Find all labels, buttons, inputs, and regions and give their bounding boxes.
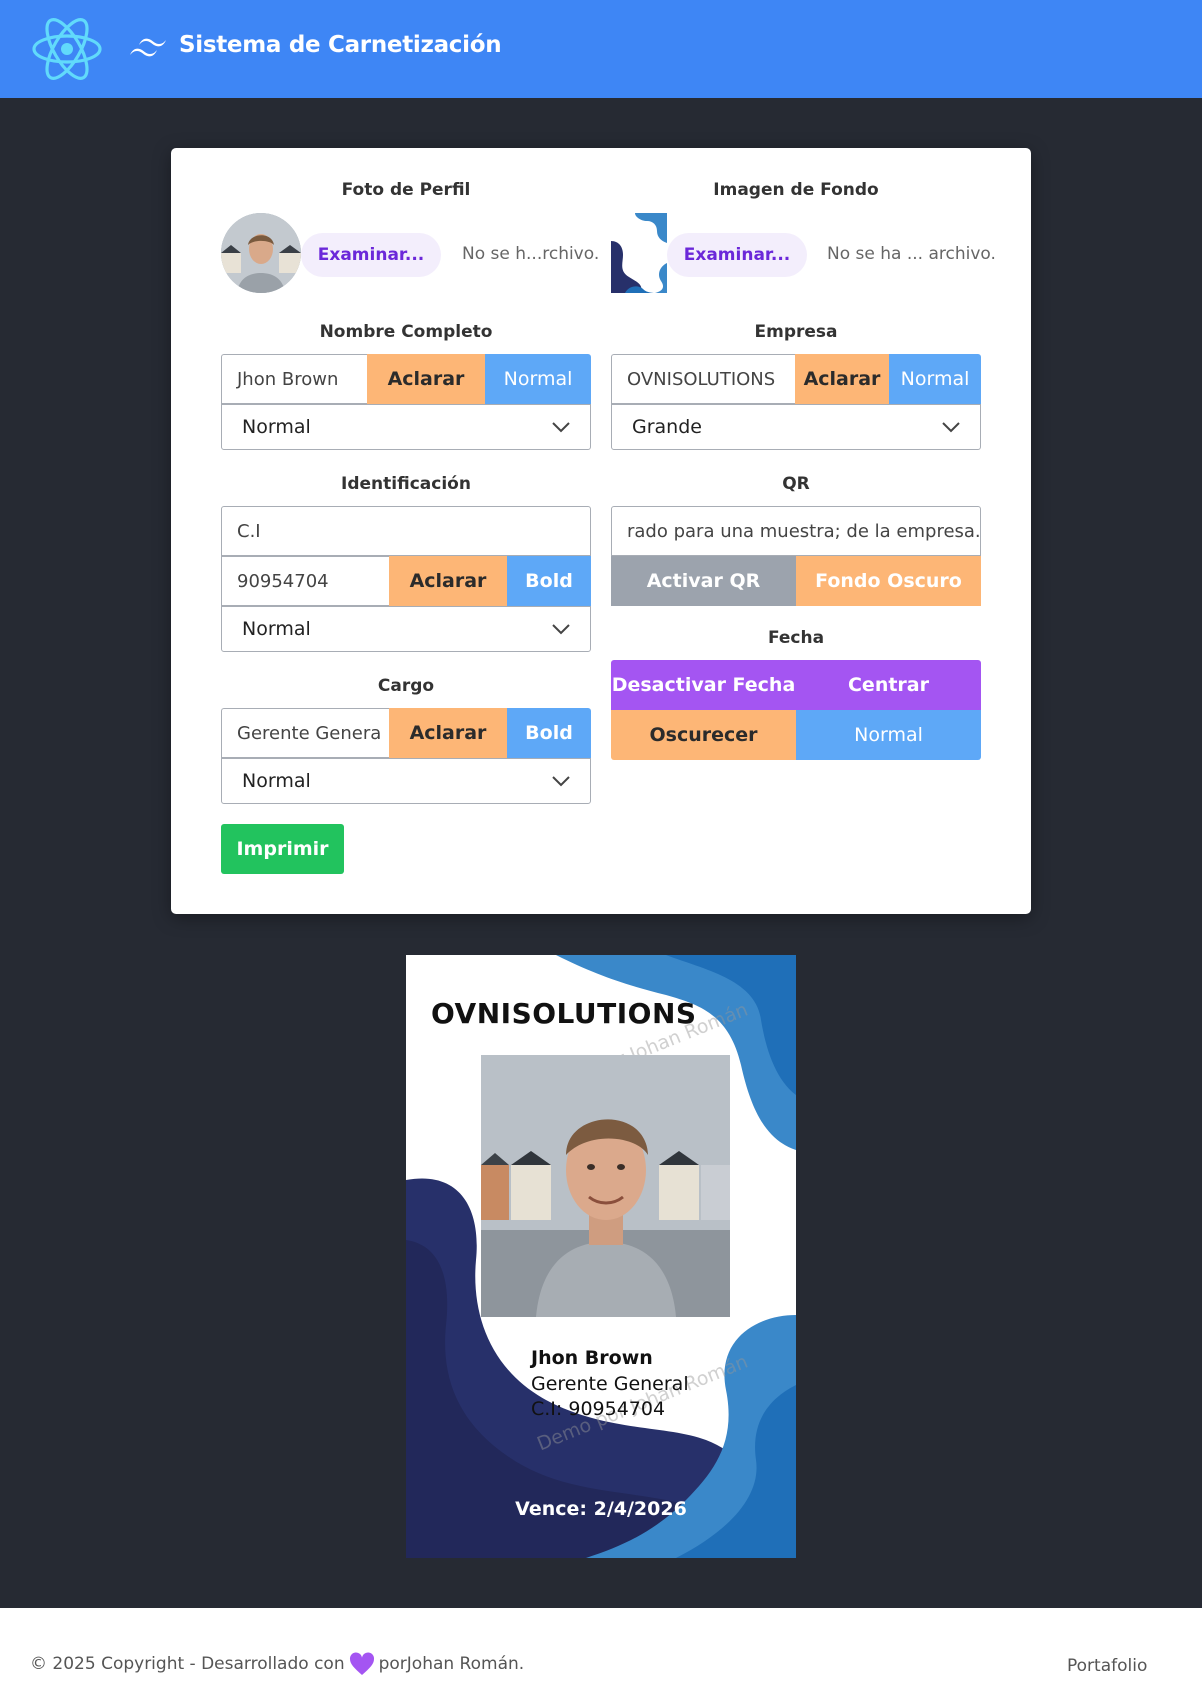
copyright-prefix: © 2025 Copyright - Desarrollado con [30, 1654, 345, 1674]
name-size-select[interactable]: Normal [221, 404, 591, 450]
id-prefix-input[interactable]: C.I [221, 506, 591, 556]
qr-dark-background-button[interactable]: Fondo Oscuro [796, 556, 981, 606]
date-darken-button[interactable]: Oscurecer [611, 710, 796, 760]
company-input[interactable]: OVNISOLUTIONS [611, 354, 795, 404]
company-size-select[interactable]: Grande [611, 404, 981, 450]
background-label: Imagen de Fondo [713, 180, 879, 200]
position-label: Cargo [377, 676, 435, 696]
card-person-position: Gerente General [531, 1373, 689, 1395]
chevron-down-icon [552, 624, 570, 635]
id-size-value: Normal [242, 618, 311, 640]
card-company-name: OVNISOLUTIONS [431, 997, 697, 1030]
react-logo-icon [32, 18, 102, 80]
company-label: Empresa [754, 322, 838, 342]
qr-text-input[interactable]: rado para una muestra; de la empresa. [611, 506, 981, 556]
background-file-status: No se ha ... archivo. [827, 244, 996, 264]
photo-browse-button[interactable]: Examinar... [301, 233, 441, 277]
app-title: Sistema de Carnetización [179, 32, 502, 58]
card-expiry-date: Vence: 2/4/2026 [515, 1498, 687, 1520]
photo-label: Foto de Perfil [341, 180, 471, 200]
chevron-down-icon [552, 422, 570, 433]
qr-toggle-button[interactable]: Activar QR [611, 556, 796, 606]
app-header: Sistema de Carnetización [0, 0, 1202, 98]
name-input[interactable]: Jhon Brown [221, 354, 367, 404]
date-label: Fecha [767, 628, 825, 648]
card-person-name: Jhon Brown [531, 1347, 653, 1369]
position-weight-button[interactable]: Bold [507, 708, 591, 758]
heart-icon [349, 1652, 374, 1675]
profile-photo-preview [221, 213, 301, 293]
portfolio-link[interactable]: Portafolio [1067, 1656, 1147, 1676]
copyright-text: © 2025 Copyright - Desarrollado con porJ… [30, 1652, 524, 1676]
company-clear-button[interactable]: Aclarar [795, 354, 889, 404]
card-person-id: C.I: 90954704 [531, 1398, 666, 1420]
name-weight-button[interactable]: Normal [485, 354, 591, 404]
page-footer: © 2025 Copyright - Desarrollado con porJ… [0, 1608, 1202, 1702]
company-weight-button[interactable]: Normal [889, 354, 981, 404]
copyright-author[interactable]: porJohan Román. [379, 1654, 525, 1674]
position-size-value: Normal [242, 770, 311, 792]
tailwind-logo-icon [130, 38, 166, 57]
qr-label: QR [782, 474, 810, 494]
background-browse-button[interactable]: Examinar... [667, 233, 807, 277]
name-label: Nombre Completo [319, 322, 493, 342]
date-toggle-button[interactable]: Desactivar Fecha [611, 660, 796, 710]
id-size-select[interactable]: Normal [221, 606, 591, 652]
id-number-input[interactable]: 90954704 [221, 556, 389, 606]
chevron-down-icon [552, 776, 570, 787]
id-weight-button[interactable]: Bold [507, 556, 591, 606]
identification-label: Identificación [341, 474, 471, 494]
position-input[interactable]: Gerente Genera [221, 708, 389, 758]
date-center-button[interactable]: Centrar [796, 660, 981, 710]
form-panel: Foto de Perfil Imagen de Fondo Examinar.… [171, 148, 1031, 914]
name-size-value: Normal [242, 416, 311, 438]
photo-file-status: No se h...rchivo. [462, 244, 600, 264]
position-clear-button[interactable]: Aclarar [389, 708, 507, 758]
company-size-value: Grande [632, 416, 702, 438]
card-profile-photo [481, 1055, 730, 1317]
position-size-select[interactable]: Normal [221, 758, 591, 804]
date-weight-button[interactable]: Normal [796, 710, 981, 760]
id-clear-button[interactable]: Aclarar [389, 556, 507, 606]
background-image-preview [611, 213, 667, 293]
chevron-down-icon [942, 422, 960, 433]
id-card-preview: OVNISOLUTIONS Demo por Johan Román Demo … [406, 955, 796, 1558]
name-clear-button[interactable]: Aclarar [367, 354, 485, 404]
print-button[interactable]: Imprimir [221, 824, 344, 874]
